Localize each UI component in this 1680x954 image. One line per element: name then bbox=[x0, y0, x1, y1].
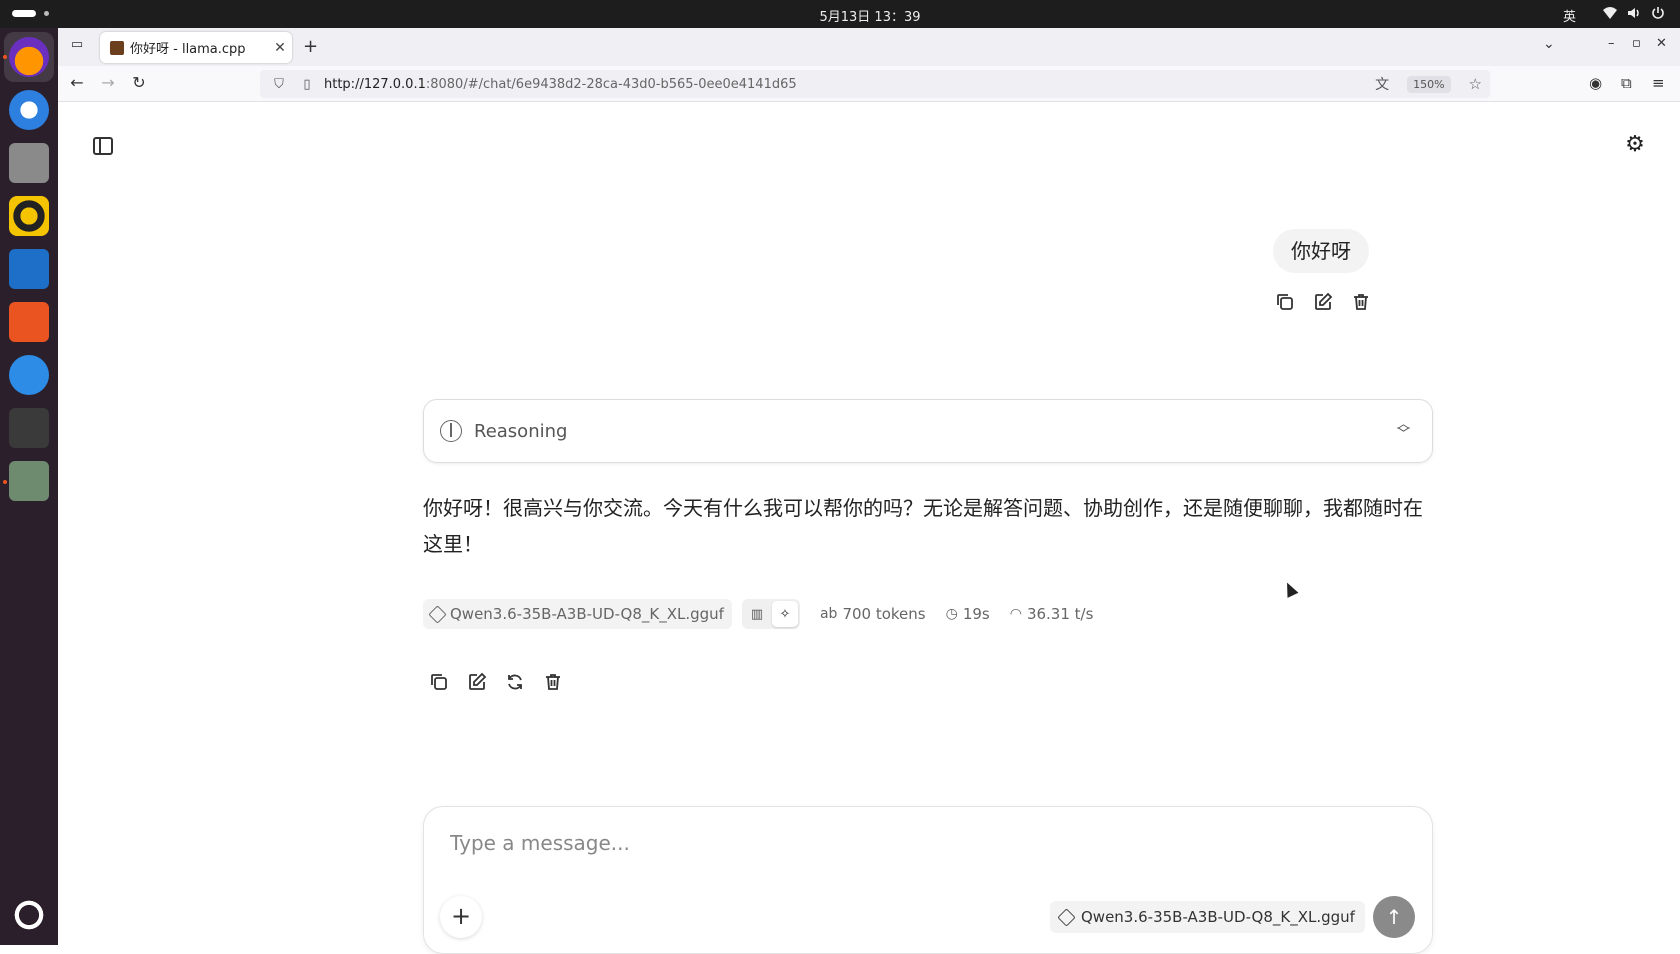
firefox-window: ▭ 你好呀 - llama.cpp ✕ + ⌄ – ▫ ✕ ← → ↻ ⛉ ▯ … bbox=[58, 28, 1680, 954]
expand-collapse-icon[interactable]: ︿ ﹀ bbox=[1397, 418, 1410, 441]
edit-icon[interactable] bbox=[466, 671, 488, 693]
ubuntu-dock bbox=[0, 28, 58, 945]
zoom-level[interactable]: 150% bbox=[1407, 75, 1451, 93]
model-cube-icon bbox=[428, 604, 447, 624]
gear-icon[interactable]: ⚙ bbox=[1623, 133, 1647, 157]
tab-active[interactable]: 你好呀 - llama.cpp ✕ bbox=[100, 32, 292, 63]
firefox-icon[interactable] bbox=[9, 37, 49, 77]
reasoning-label: Reasoning bbox=[474, 420, 568, 442]
new-tab-icon[interactable]: + bbox=[303, 36, 318, 57]
edit-icon[interactable] bbox=[1312, 291, 1334, 313]
show-apps-icon[interactable] bbox=[9, 895, 49, 935]
gauge-icon: ◠ bbox=[1009, 606, 1022, 622]
window-close-icon[interactable]: ✕ bbox=[1656, 36, 1667, 51]
app-center-icon[interactable] bbox=[9, 302, 49, 342]
stats-view-toggle[interactable]: ▥ ✧ bbox=[741, 599, 800, 629]
sidebar-toggle-icon[interactable] bbox=[93, 137, 113, 155]
volume-icon bbox=[1626, 5, 1642, 21]
extensions-icon[interactable]: ⧉ bbox=[1621, 74, 1632, 92]
account-icon[interactable]: ◉ bbox=[1589, 74, 1602, 92]
book-icon[interactable]: ▥ bbox=[744, 601, 770, 627]
system-top-bar: 5月13日 13：39 英 bbox=[0, 0, 1680, 28]
shield-icon[interactable]: ⛉ bbox=[270, 77, 288, 92]
url-bar[interactable]: ⛉ ▯ http://127.0.0.1:8080/#/chat/6e9438d… bbox=[260, 70, 1490, 98]
assistant-message: 你好呀！很高兴与你交流。今天有什么我可以帮你的吗？无论是解答问题、协助创作，还是… bbox=[423, 496, 1423, 556]
reasoning-collapsible[interactable]: Reasoning ︿ ﹀ bbox=[423, 399, 1433, 463]
assistant-message-actions bbox=[428, 671, 564, 693]
list-all-tabs-icon[interactable]: ⌄ bbox=[1543, 36, 1555, 52]
bookmark-star-icon[interactable]: ☆ bbox=[1469, 75, 1482, 93]
tokens-icon: ab bbox=[819, 606, 838, 622]
input-method-indicator[interactable]: 英 bbox=[1563, 6, 1576, 25]
clock-icon: ◷ bbox=[945, 606, 958, 622]
user-message-actions bbox=[1274, 291, 1372, 313]
help-icon[interactable] bbox=[9, 355, 49, 395]
system-tray[interactable] bbox=[1602, 5, 1666, 21]
chat-page: ⚙ 你好呀 Reasoning ︿ ﹀ 你好呀！很高兴与你交流。今天有什么我可以帮… bbox=[58, 103, 1680, 954]
terminal-icon[interactable] bbox=[9, 408, 49, 448]
llama-favicon-icon bbox=[110, 40, 124, 55]
running-indicator-terminal bbox=[3, 480, 7, 484]
model-cube-icon bbox=[1057, 907, 1076, 927]
firefox-view-icon[interactable]: ▭ bbox=[66, 37, 88, 52]
tab-close-icon[interactable]: ✕ bbox=[268, 40, 292, 56]
trash-dock-icon[interactable] bbox=[9, 461, 49, 501]
wifi-icon bbox=[1602, 5, 1618, 21]
tab-title: 你好呀 - llama.cpp bbox=[130, 42, 246, 57]
app-menu-icon[interactable]: ≡ bbox=[1652, 74, 1665, 92]
model-name: Qwen3.6-35B-A3B-UD-Q8_K_XL.gguf bbox=[450, 605, 724, 623]
navigation-bar: ← → ↻ ⛉ ▯ http://127.0.0.1:8080/#/chat/6… bbox=[58, 66, 1680, 102]
rhythmbox-icon[interactable] bbox=[9, 196, 49, 236]
forward-icon[interactable]: → bbox=[97, 73, 119, 92]
brain-icon bbox=[440, 420, 462, 442]
files-icon[interactable] bbox=[9, 143, 49, 183]
message-composer: + Qwen3.6-35B-A3B-UD-Q8_K_XL.gguf ↑ bbox=[423, 806, 1433, 954]
message-input[interactable] bbox=[450, 825, 1350, 861]
tokens-per-second: ◠ 36.31 t/s bbox=[1009, 605, 1094, 623]
restore-icon[interactable]: ▫ bbox=[1632, 36, 1641, 51]
writer-icon[interactable] bbox=[9, 249, 49, 289]
power-icon bbox=[1650, 5, 1666, 21]
refresh-icon[interactable] bbox=[504, 671, 526, 693]
translate-icon[interactable]: 文 bbox=[1375, 74, 1389, 94]
running-indicator bbox=[3, 55, 7, 59]
back-icon[interactable]: ← bbox=[66, 73, 88, 92]
add-attachment-button[interactable]: + bbox=[440, 896, 482, 938]
trash-icon[interactable] bbox=[1350, 291, 1372, 313]
copy-icon[interactable] bbox=[1274, 291, 1296, 313]
minimize-icon[interactable]: – bbox=[1608, 36, 1615, 51]
system-clock[interactable]: 5月13日 13：39 bbox=[0, 6, 1680, 25]
model-selector-label: Qwen3.6-35B-A3B-UD-Q8_K_XL.gguf bbox=[1081, 908, 1355, 926]
user-message-bubble: 你好呀 bbox=[1273, 229, 1369, 273]
send-button[interactable]: ↑ bbox=[1373, 896, 1415, 938]
url-text[interactable]: http://127.0.0.1:8080/#/chat/6e9438d2-28… bbox=[324, 77, 797, 92]
tab-strip: ▭ 你好呀 - llama.cpp ✕ + ⌄ – ▫ ✕ bbox=[58, 28, 1680, 66]
trash-icon[interactable] bbox=[542, 671, 564, 693]
model-selector[interactable]: Qwen3.6-35B-A3B-UD-Q8_K_XL.gguf bbox=[1050, 901, 1365, 933]
token-count: ab 700 tokens bbox=[819, 605, 926, 623]
message-metadata: Qwen3.6-35B-A3B-UD-Q8_K_XL.gguf ▥ ✧ ab 7… bbox=[423, 599, 1093, 629]
reload-icon[interactable]: ↻ bbox=[128, 73, 150, 92]
thunderbird-icon[interactable] bbox=[9, 90, 49, 130]
sparkle-icon[interactable]: ✧ bbox=[771, 601, 798, 627]
page-info-icon[interactable]: ▯ bbox=[298, 77, 316, 92]
generation-time: ◷ 19s bbox=[945, 605, 990, 623]
model-chip[interactable]: Qwen3.6-35B-A3B-UD-Q8_K_XL.gguf bbox=[423, 599, 732, 629]
copy-icon[interactable] bbox=[428, 671, 450, 693]
